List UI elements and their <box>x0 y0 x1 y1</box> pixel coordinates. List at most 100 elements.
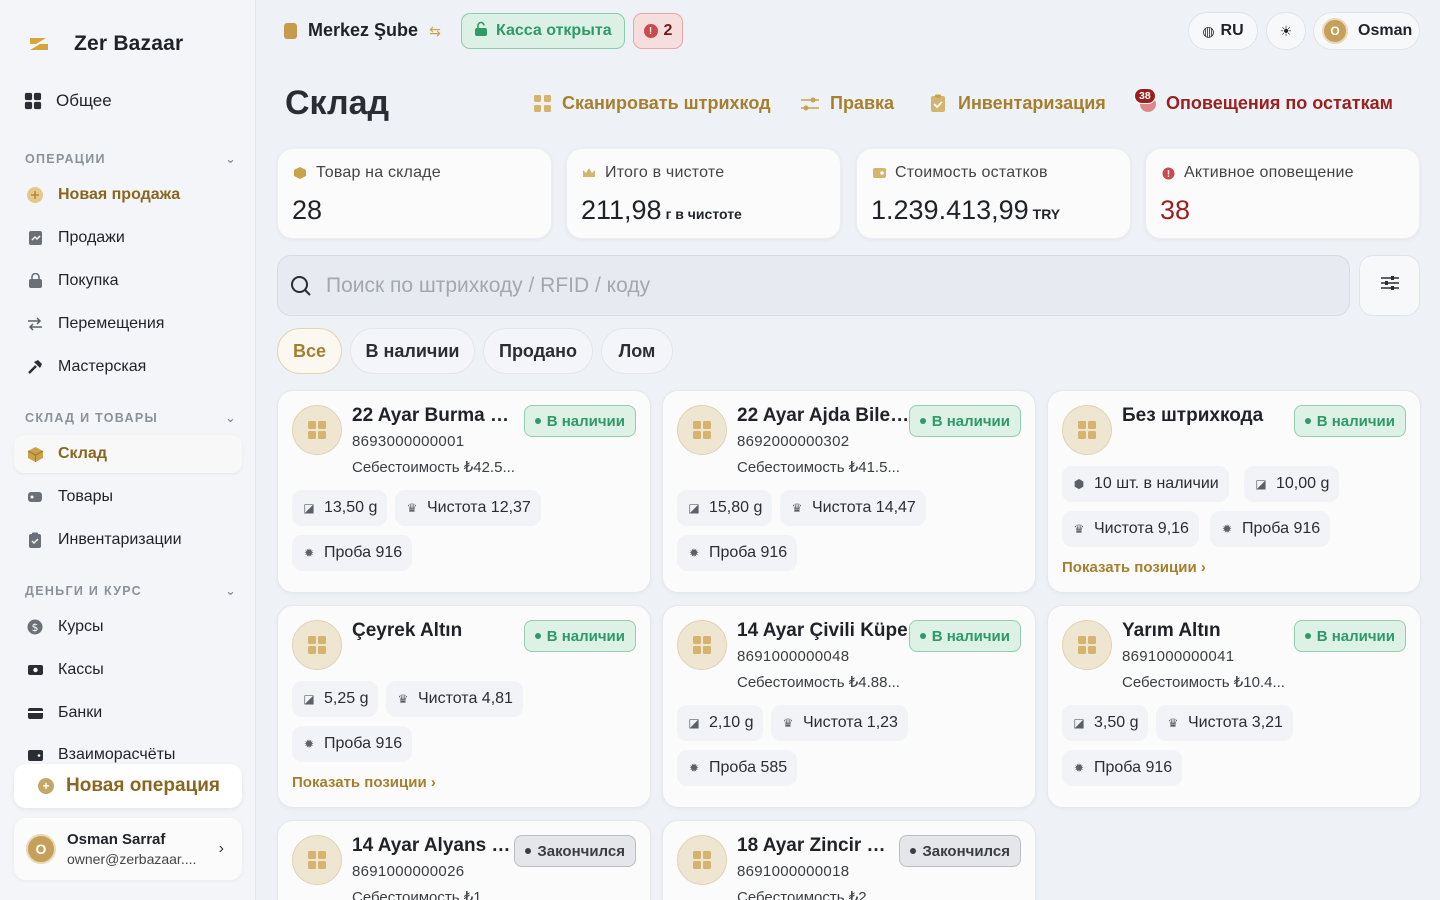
sidebar-item-new-sale[interactable]: Новая продажа <box>14 176 242 214</box>
product-card[interactable]: Çeyrek Altın В наличии ◪ 5,25 g ♛ Чистота … <box>277 605 651 808</box>
product-thumbnail-icon <box>292 620 342 670</box>
alerts-badge[interactable]: ! 2 <box>633 13 683 49</box>
weight-tag: ◪ 2,10 g <box>677 705 764 741</box>
new-operation-label: Новая операция <box>66 775 220 796</box>
stat-unit: г в чистоте <box>665 206 742 222</box>
sidebar-item-label: Продажи <box>58 229 125 246</box>
inventory-button[interactable]: Инвентаризация <box>928 93 1106 114</box>
logo-icon <box>30 38 48 50</box>
purity-tag: ♛ Чистота 12,37 <box>395 490 541 526</box>
page-title: Склад <box>285 84 390 122</box>
sidebar-item-products[interactable]: Товары <box>14 478 242 516</box>
product-card[interactable]: 22 Ayar Burma Bil... 8693000000001 Себес… <box>277 390 651 593</box>
edit-button[interactable]: Правка <box>800 93 894 114</box>
filter-settings-button[interactable] <box>1359 255 1420 316</box>
edit-label: Правка <box>830 93 895 113</box>
product-title: 18 Ayar Zincir Kol... <box>737 835 899 856</box>
assay-tag: ✹ Проба 916 <box>292 535 413 571</box>
show-positions-link[interactable]: Показать позиции › <box>292 774 436 791</box>
money-icon <box>871 167 887 179</box>
stock-alerts-button[interactable]: 38 Оповещения по остаткам <box>1134 87 1393 114</box>
status-badge: В наличии <box>908 405 1021 437</box>
user-menu-button[interactable]: O Osman <box>1313 12 1420 50</box>
status-badge: Закончился <box>514 835 636 867</box>
product-card[interactable]: Без штрихкода В наличии ⬢ 10 шт. в наличи… <box>1047 390 1421 593</box>
alerts-count: 2 <box>663 22 673 39</box>
crown-icon: ♛ <box>406 501 418 515</box>
product-card[interactable]: Yarım Altın 8691000000041 Себестоимость … <box>1047 605 1421 808</box>
sidebar-item-banks[interactable]: Банки <box>14 694 242 732</box>
branch-selector[interactable]: Merkez Şube <box>284 20 418 41</box>
weight-tag: ◪ 10,00 g <box>1244 466 1340 502</box>
product-card[interactable]: 14 Ayar Çivili Küpe 8691000000048 Себест… <box>662 605 1036 808</box>
section-label: ОПЕРАЦИИ <box>25 151 106 166</box>
search-input[interactable] <box>326 273 1226 298</box>
brand[interactable]: Zer Bazaar <box>28 30 183 58</box>
language-button[interactable]: ◍ RU <box>1188 12 1258 50</box>
product-card[interactable]: 18 Ayar Zincir Kol... 8691000000018 Себе… <box>662 820 1036 900</box>
search-bar <box>277 255 1350 316</box>
sidebar-item-label: Мастерская <box>58 358 147 375</box>
weight-value: 5,25 g <box>324 690 369 707</box>
product-title: Без штрихкода <box>1122 405 1264 426</box>
topbar: Merkez Şube ⇆ Касса открыта ! 2 ◍ RU ☀ O… <box>256 0 1440 64</box>
sidebar-item-settlements[interactable]: Взаиморасчёты <box>14 737 242 763</box>
sidebar-item-purchase[interactable]: Покупка <box>14 262 242 300</box>
switch-branch-icon[interactable]: ⇆ <box>424 20 446 42</box>
sidebar-item-overview[interactable]: Общее <box>14 82 242 120</box>
product-barcode: 8692000000302 <box>737 433 850 450</box>
sidebar-item-warehouse[interactable]: Склад <box>14 435 242 473</box>
clipboard-check-icon <box>928 94 948 114</box>
product-thumbnail-icon <box>292 835 342 885</box>
sidebar-item-inventories[interactable]: Инвентаризации <box>14 521 242 559</box>
product-title: 22 Ayar Ajda Bilezik <box>737 405 912 426</box>
filter-all[interactable]: Все <box>277 328 342 374</box>
filter-in-stock[interactable]: В наличии <box>350 328 475 374</box>
status-label: В наличии <box>931 412 1010 430</box>
sidebar-item-cashboxes[interactable]: Кассы <box>14 651 242 689</box>
theme-toggle-button[interactable]: ☀ <box>1266 12 1306 50</box>
assay-tag: ✹ Проба 585 <box>677 750 798 786</box>
hammer-icon <box>26 358 44 376</box>
product-thumbnail-icon <box>1062 620 1112 670</box>
kassa-status-label: Касса открыта <box>496 22 612 39</box>
product-card[interactable]: 14 Ayar Alyans (... 8691000000026 Себест… <box>277 820 651 900</box>
user-card[interactable]: O Osman Sarraf owner@zerbazaar.... › <box>14 818 242 880</box>
kassa-status-badge[interactable]: Касса открыта <box>461 13 625 49</box>
purity-tag: ♛ Чистота 9,16 <box>1062 511 1199 547</box>
stat-stock-value: Стоимость остатков 1.239.413,99 TRY <box>856 148 1131 239</box>
stat-label: Стоимость остатков <box>895 164 1048 181</box>
product-card[interactable]: 22 Ayar Ajda Bilezik 8692000000302 Себес… <box>662 390 1036 593</box>
scan-barcode-button[interactable]: Сканировать штрихкод <box>532 93 771 114</box>
show-positions-link[interactable]: Показать позиции › <box>1062 559 1206 576</box>
section-money[interactable]: ДЕНЬГИ И КУРС ⌄ <box>25 583 237 599</box>
stat-label: Активное оповещение <box>1184 164 1354 181</box>
sidebar: Zer Bazaar Общее ОПЕРАЦИИ ⌄ Новая продаж… <box>0 0 256 900</box>
weight-value: 13,50 g <box>324 499 378 516</box>
stat-label: Товар на складе <box>316 164 441 181</box>
section-warehouse[interactable]: СКЛАД И ТОВАРЫ ⌄ <box>25 410 237 426</box>
new-operation-button[interactable]: + Новая операция <box>14 764 242 808</box>
purity-value: Чистота 4,81 <box>418 690 513 707</box>
status-badge: В наличии <box>1293 405 1406 437</box>
status-badge: В наличии <box>523 620 636 652</box>
status-label: В наличии <box>1316 627 1395 645</box>
sidebar-item-transfers[interactable]: Перемещения <box>14 305 242 343</box>
sidebar-item-workshop[interactable]: Мастерская <box>14 348 242 386</box>
weight-value: 2,10 g <box>709 714 754 731</box>
stat-total-purity: Итого в чистоте 211,98 г в чистоте <box>566 148 841 239</box>
status-label: В наличии <box>546 627 625 645</box>
seal-icon: ✹ <box>303 737 315 751</box>
sidebar-item-sales[interactable]: Продажи <box>14 219 242 257</box>
crown-icon: ♛ <box>782 716 794 730</box>
filter-sold[interactable]: Продано <box>483 328 593 374</box>
section-operations[interactable]: ОПЕРАЦИИ ⌄ <box>25 151 237 167</box>
product-barcode: 8691000000041 <box>1122 648 1235 665</box>
stat-label: Итого в чистоте <box>605 164 725 181</box>
cube-icon: ⬢ <box>1073 477 1085 491</box>
status-label: В наличии <box>546 412 625 430</box>
search-icon <box>290 275 312 297</box>
filter-scrap[interactable]: Лом <box>601 328 673 374</box>
crown-icon: ♛ <box>1073 522 1085 536</box>
sidebar-item-rates[interactable]: $ Курсы <box>14 608 242 646</box>
